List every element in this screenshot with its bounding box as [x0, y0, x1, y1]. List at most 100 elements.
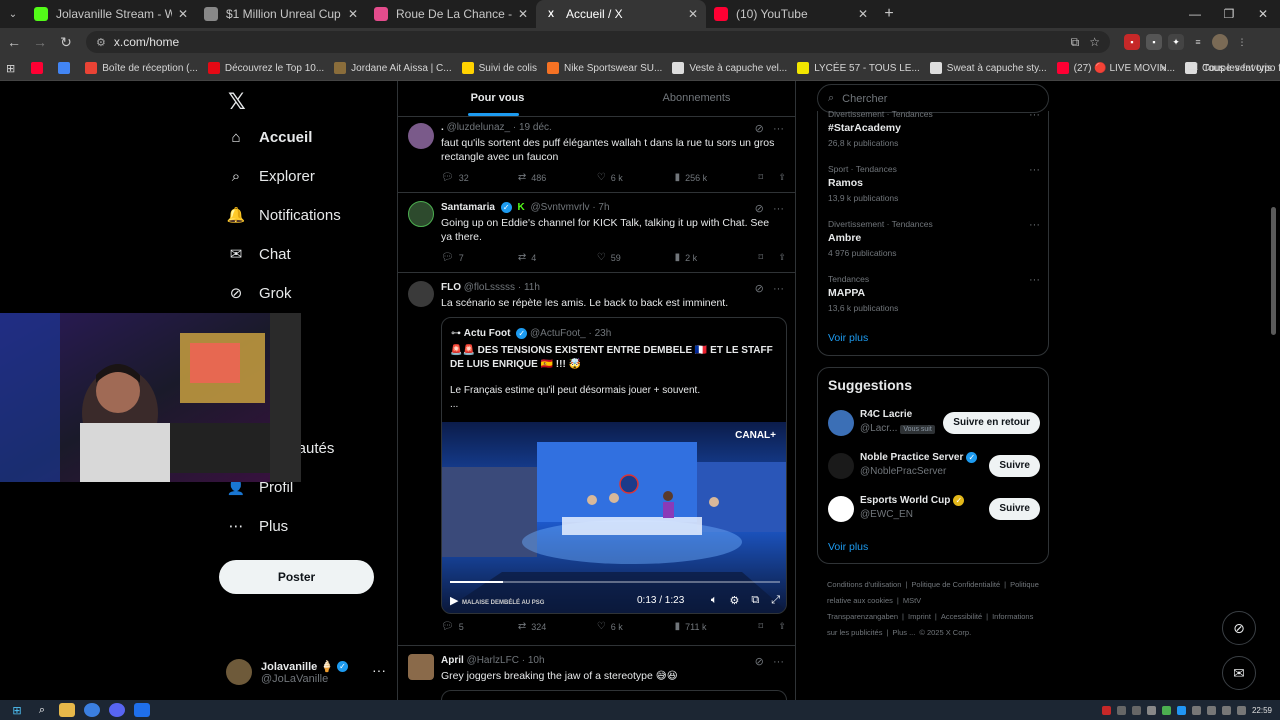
bookmark-item[interactable]: Sweat à capuche sty... [929, 62, 1047, 74]
views-button[interactable]: ▮ 711 k [675, 621, 759, 632]
back-icon[interactable]: ← [2, 34, 26, 50]
close-tab-icon[interactable]: ✕ [178, 7, 188, 21]
tray-icon[interactable] [1146, 705, 1156, 715]
volume-icon[interactable] [1236, 705, 1246, 715]
reload-icon[interactable]: ↻ [54, 34, 78, 51]
follow-button[interactable]: Suivre [989, 498, 1040, 520]
like-button[interactable]: ♡ 6 k [597, 172, 675, 183]
bookmark-star-icon[interactable]: ☆ [1089, 35, 1100, 49]
tweet-time[interactable]: · 19 déc. [513, 122, 552, 133]
bookmark-icon[interactable]: ⌑ [758, 252, 778, 263]
like-button[interactable]: ♡ 6 k [597, 621, 675, 632]
more-icon[interactable]: ··· [773, 123, 784, 135]
repost-button[interactable]: ⇄ 4 [518, 252, 597, 263]
views-button[interactable]: ▮ 256 k [675, 172, 759, 183]
more-icon[interactable]: ··· [1029, 109, 1040, 121]
bookmark-item[interactable]: LYCÉE 57 - TOUS LE... [797, 62, 920, 74]
close-tab-icon[interactable]: ✕ [348, 7, 358, 21]
tweet[interactable]: Santamaria ✓ K @Svntvmvrlv · 7h ⊘ ··· Go… [398, 193, 796, 273]
bookmark-icon[interactable]: ⌑ [758, 621, 778, 632]
nav-item-grok[interactable]: ⊘ Grok [227, 284, 292, 303]
tray-icon[interactable] [1101, 705, 1111, 715]
fullscreen-icon[interactable]: ⤢ [771, 594, 780, 607]
windows-start-icon[interactable]: ⊞ [9, 703, 25, 717]
profile-avatar[interactable] [1212, 34, 1228, 50]
quoted-author-name[interactable]: Actu Foot [464, 328, 511, 339]
trends-see-more-link[interactable]: Voir plus [828, 332, 868, 344]
grok-icon[interactable]: ⊘ [755, 123, 764, 135]
close-window-button[interactable]: ✕ [1246, 0, 1280, 28]
bookmark-item[interactable]: Suivi de colis [461, 62, 537, 74]
more-icon[interactable]: ··· [372, 662, 386, 678]
tray-icon[interactable] [1206, 705, 1216, 715]
more-icon[interactable]: ··· [1029, 164, 1040, 176]
avatar[interactable] [408, 281, 434, 307]
suggestions-see-more-link[interactable]: Voir plus [828, 541, 868, 553]
more-icon[interactable]: ··· [773, 283, 784, 295]
browser-tab[interactable]: Jolavanille Stream - Watch Live ✕ [26, 0, 196, 28]
avatar[interactable] [408, 123, 434, 149]
quoted-author-handle[interactable]: @ActuFoot_ · 23h [530, 328, 611, 339]
follow-button[interactable]: Suivre en retour [943, 412, 1040, 434]
tweet-author-name[interactable]: April [441, 655, 464, 666]
trend-item[interactable]: Tendances MAPPA 13,6 k publications ··· [828, 274, 1040, 313]
bookmark-item[interactable]: Découvrez le Top 10... [207, 62, 324, 74]
footer-link[interactable]: Accessibilité [941, 612, 982, 621]
all-favorites-link[interactable]: Tous les favoris [1203, 63, 1272, 74]
tweet-media[interactable] [441, 690, 787, 700]
extension-icon[interactable]: ▪ [1146, 34, 1162, 50]
share-icon[interactable]: ⇪ [778, 252, 786, 263]
chrome-icon[interactable] [84, 703, 100, 717]
extensions-puzzle-icon[interactable]: ✦ [1168, 34, 1184, 50]
tray-icon[interactable] [1191, 705, 1201, 715]
tray-icon[interactable] [1131, 705, 1141, 715]
avatar[interactable] [408, 654, 434, 680]
tweet-author-name[interactable]: FLO [441, 282, 461, 293]
close-tab-icon[interactable]: ✕ [518, 7, 528, 21]
bookmark-item[interactable]: (27) 🔴 LIVE MOVIN... [1056, 62, 1175, 74]
tweet[interactable]: . @luzdelunaz_ · 19 déc. ⊘ ··· faut qu'i… [398, 117, 796, 193]
grok-icon[interactable]: ⊘ [755, 656, 764, 668]
nav-item-home[interactable]: ⌂ Accueil [227, 128, 312, 146]
footer-link[interactable]: Conditions d'utilisation [827, 580, 901, 589]
suggestion-item[interactable]: Noble Practice Server ✓ @NoblePracServer Su… [828, 451, 1040, 481]
popout-icon[interactable]: ⧉ [751, 594, 759, 607]
tweet[interactable]: FLO @floLsssss · 11h ⊘ ··· La scénario s… [398, 273, 796, 646]
install-app-icon[interactable]: ⧉ [1071, 35, 1080, 50]
more-icon[interactable]: ··· [773, 656, 784, 668]
post-button[interactable]: Poster [219, 560, 374, 594]
trend-item[interactable]: Divertissement · Tendances #StarAcademy 26… [828, 109, 1040, 148]
app-icon[interactable] [134, 703, 150, 717]
close-tab-icon[interactable]: ✕ [688, 7, 698, 21]
grok-icon[interactable]: ⊘ [755, 283, 764, 295]
repost-button[interactable]: ⇄ 486 [518, 172, 597, 183]
tweet-author-handle[interactable]: @HarlzLFC [467, 655, 519, 666]
tray-icon[interactable] [1161, 705, 1171, 715]
media-icon[interactable]: ≡ [1190, 34, 1206, 50]
forward-icon[interactable]: → [28, 34, 52, 50]
browser-tab[interactable]: X Accueil / X ✕ [536, 0, 706, 28]
tweet-author-handle[interactable]: @Svntvmvrlv · 7h [531, 202, 610, 213]
tweet[interactable]: April @HarlzLFC · 10h ⊘ ··· Grey joggers… [398, 646, 796, 700]
settings-gear-icon[interactable]: ⚙ [729, 594, 739, 607]
tab-for-you[interactable]: Pour vous [398, 81, 597, 116]
bookmark-item[interactable]: Boîte de réception (... [85, 62, 198, 74]
bookmark-item[interactable]: Nike Sportswear SU... [546, 62, 662, 74]
tab-following[interactable]: Abonnements [597, 81, 796, 116]
clock[interactable]: 22:59 [1252, 706, 1272, 715]
avatar[interactable] [828, 496, 854, 522]
reply-button[interactable]: 💬︎ 7 [441, 252, 518, 263]
nav-item-bell[interactable]: 🔔 Notifications [227, 206, 341, 225]
suggestion-item[interactable]: R4C Lacrie @Lacr... Vous suit Suivre en ret… [828, 408, 1040, 438]
more-icon[interactable]: ··· [1029, 219, 1040, 231]
page-scrollbar[interactable] [1271, 207, 1276, 335]
file-explorer-icon[interactable] [59, 703, 75, 717]
tab-search-button[interactable]: ⌄ [0, 0, 26, 28]
maximize-button[interactable]: ❐ [1212, 0, 1246, 28]
trend-item[interactable]: Sport · Tendances Ramos 13,9 k publication… [828, 164, 1040, 203]
footer-link[interactable]: © 2025 X Corp. [919, 628, 971, 637]
tray-icon[interactable] [1116, 705, 1126, 715]
views-button[interactable]: ▮ 2 k [675, 252, 759, 263]
play-icon[interactable]: ▶ [450, 594, 458, 607]
url-field[interactable]: ⚙ x.com/home ⧉ ☆ [86, 31, 1110, 53]
